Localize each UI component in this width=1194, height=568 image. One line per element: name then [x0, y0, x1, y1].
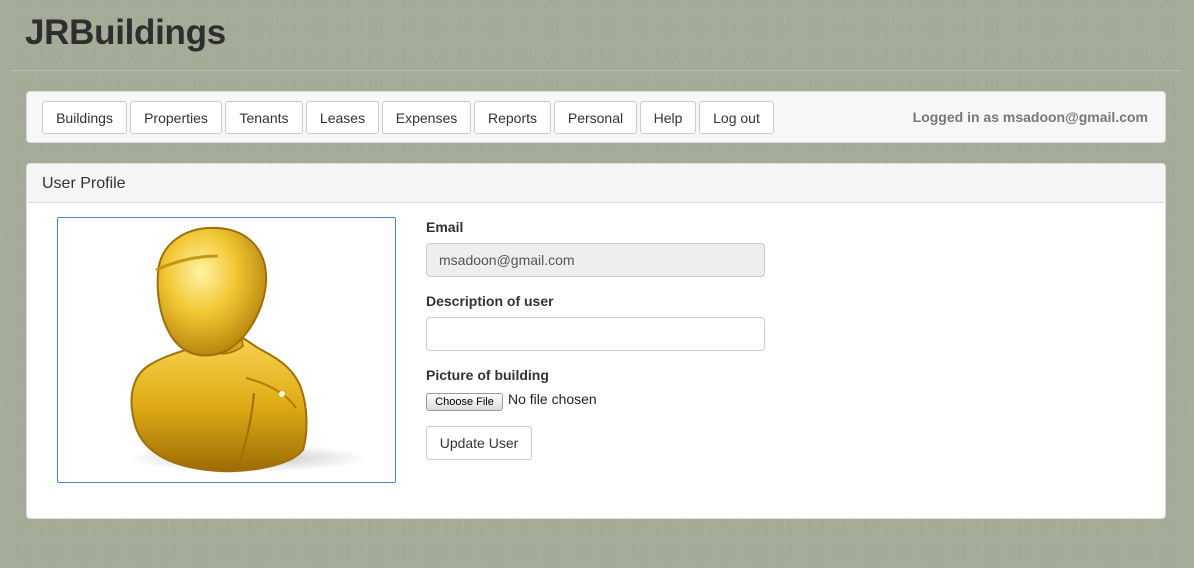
nav-personal-button[interactable]: Personal: [554, 101, 637, 134]
user-avatar-icon: [128, 226, 368, 473]
nav-properties-button[interactable]: Properties: [130, 101, 222, 134]
nav-logout-button[interactable]: Log out: [699, 101, 774, 134]
nav-leases-button[interactable]: Leases: [306, 101, 379, 134]
brand-title: JRBuildings: [25, 13, 226, 52]
top-navbar: Buildings Properties Tenants Leases Expe…: [26, 91, 1166, 143]
email-field[interactable]: [426, 243, 765, 277]
nav-buildings-button[interactable]: Buildings: [42, 101, 127, 134]
nav-expenses-button[interactable]: Expenses: [382, 101, 471, 134]
nav-reports-button[interactable]: Reports: [474, 101, 551, 134]
panel-title: User Profile: [27, 164, 1165, 203]
description-field[interactable]: [426, 317, 765, 351]
choose-file-button[interactable]: Choose File: [426, 393, 503, 411]
logged-in-status: Logged in as msadoon@gmail.com: [912, 109, 1148, 125]
nav-tenants-button[interactable]: Tenants: [225, 101, 303, 134]
nav-help-button[interactable]: Help: [640, 101, 696, 134]
file-status-text: No file chosen: [508, 391, 597, 407]
picture-label: Picture of building: [426, 367, 549, 383]
avatar: [57, 217, 396, 483]
description-label: Description of user: [426, 293, 554, 309]
header-divider: [11, 70, 1181, 71]
user-profile-panel: User Profile Email msadoon@gmail.com Des…: [26, 163, 1166, 519]
update-user-button[interactable]: Update User: [426, 426, 532, 460]
email-label: Email: [426, 219, 464, 235]
